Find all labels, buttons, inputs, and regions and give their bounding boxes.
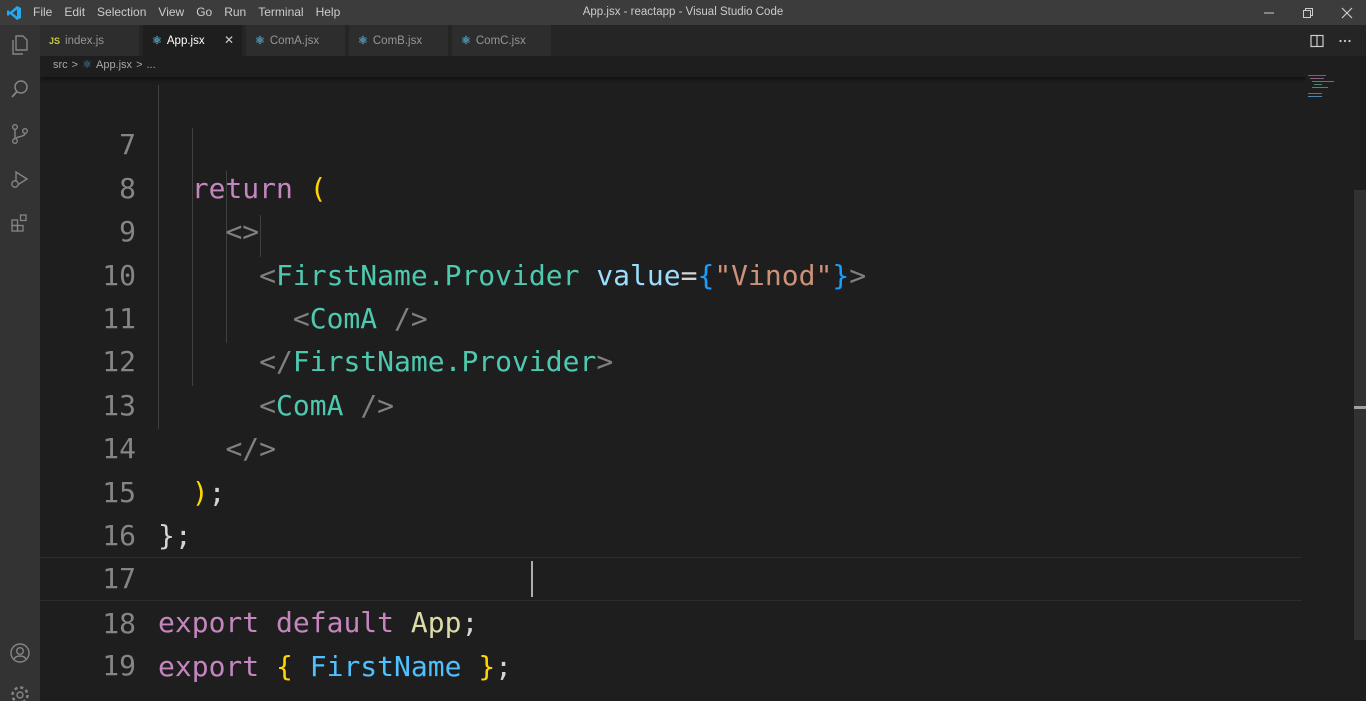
more-actions-icon[interactable] [1338, 34, 1352, 48]
search-icon[interactable] [0, 69, 40, 109]
run-debug-icon[interactable] [0, 159, 40, 199]
react-icon: ⚛ [255, 35, 265, 47]
react-icon: ⚛ [358, 35, 368, 47]
text-cursor [531, 561, 533, 597]
menu-edit[interactable]: Edit [58, 0, 91, 25]
line-number: 19 [102, 649, 136, 683]
breadcrumb-more[interactable]: ... [147, 59, 156, 71]
menu-help[interactable]: Help [310, 0, 347, 25]
code-line: 7 return ( [40, 80, 1302, 204]
menu-run[interactable]: Run [218, 0, 252, 25]
vertical-scrollbar[interactable] [1354, 190, 1366, 640]
react-icon: ⚛ [461, 35, 471, 47]
token-punct: ; [495, 650, 513, 684]
menu-terminal[interactable]: Terminal [252, 0, 309, 25]
current-code-line: 18 export { FirstName }; [40, 557, 1302, 683]
code-line: 9 <FirstName.Provider value={"Vinod"}> [40, 167, 1302, 291]
code-line: 10 <ComA /> [40, 210, 1302, 335]
token-brace: } [478, 650, 496, 684]
token-identifier: FirstName [309, 650, 462, 684]
tab-app-jsx[interactable]: ⚛ App.jsx ✕ [143, 25, 243, 56]
code-line: 12 <ComA /> [40, 297, 1302, 421]
source-control-icon[interactable] [0, 114, 40, 154]
menu-selection[interactable]: Selection [91, 0, 152, 25]
tab-comb-jsx[interactable]: ⚛ ComB.jsx [349, 25, 449, 56]
tab-label: ComB.jsx [372, 34, 423, 47]
tab-label: ComC.jsx [475, 34, 526, 47]
code-line: 8 <> [40, 123, 1302, 248]
code-line: 14 ); [40, 384, 1302, 508]
settings-gear-icon[interactable] [0, 675, 40, 701]
breadcrumb: src > ⚛ App.jsx > ... [40, 56, 1366, 73]
menu-go[interactable]: Go [190, 0, 218, 25]
window-controls [1249, 0, 1366, 25]
breadcrumb-separator: > [136, 58, 143, 71]
close-window-button[interactable] [1327, 0, 1366, 25]
minimap[interactable] [1306, 73, 1356, 103]
tab-coma-jsx[interactable]: ⚛ ComA.jsx [246, 25, 346, 56]
split-editor-icon[interactable] [1310, 34, 1324, 48]
menu-view[interactable]: View [152, 0, 190, 25]
tab-label: App.jsx [166, 34, 205, 47]
vscode-logo-icon [0, 0, 27, 25]
tab-label: index.js [65, 34, 105, 47]
breadcrumb-file[interactable]: App.jsx [96, 59, 132, 71]
activity-bar [0, 25, 40, 701]
code-line: 13 </> [40, 340, 1302, 465]
editor-tab-bar: JS index.js ⚛ App.jsx ✕ ⚛ ComA.jsx ⚛ Com… [40, 25, 1366, 56]
close-tab-icon[interactable]: ✕ [224, 33, 234, 47]
restore-button[interactable] [1288, 0, 1327, 25]
explorer-icon[interactable] [0, 25, 40, 65]
scrollbar-cursor-marker [1354, 406, 1366, 409]
code-text: export { FirstName }; [158, 645, 512, 688]
token-keyword: export [158, 650, 260, 684]
code-editor[interactable]: 7 return ( 8 <> 9 <FirstName.Provider va… [40, 73, 1366, 701]
minimize-button[interactable] [1249, 0, 1288, 25]
scroll-shadow [40, 73, 1306, 77]
breadcrumb-folder[interactable]: src [53, 59, 68, 71]
tab-comc-jsx[interactable]: ⚛ ComC.jsx [452, 25, 552, 56]
tab-index-js[interactable]: JS index.js [40, 25, 140, 56]
title-bar: File Edit Selection View Go Run Terminal… [0, 0, 1366, 25]
javascript-file-icon: JS [49, 35, 61, 46]
code-line: 16 [40, 471, 1302, 552]
editor-actions [1310, 25, 1352, 56]
tab-label: ComA.jsx [269, 34, 320, 47]
react-icon: ⚛ [82, 59, 92, 71]
code-line: 19 [40, 601, 1302, 682]
code-line: 17 export default App; [40, 514, 1302, 638]
code-line: 15 }; [40, 427, 1302, 552]
accounts-icon[interactable] [0, 633, 40, 673]
breadcrumb-separator: > [71, 58, 79, 71]
menu-file[interactable]: File [27, 0, 58, 25]
react-icon: ⚛ [152, 35, 162, 47]
extensions-icon[interactable] [0, 203, 40, 243]
token-brace: { [276, 650, 293, 684]
code-line: 11 </FirstName.Provider> [40, 254, 1302, 378]
menu-bar: File Edit Selection View Go Run Terminal… [27, 0, 346, 25]
